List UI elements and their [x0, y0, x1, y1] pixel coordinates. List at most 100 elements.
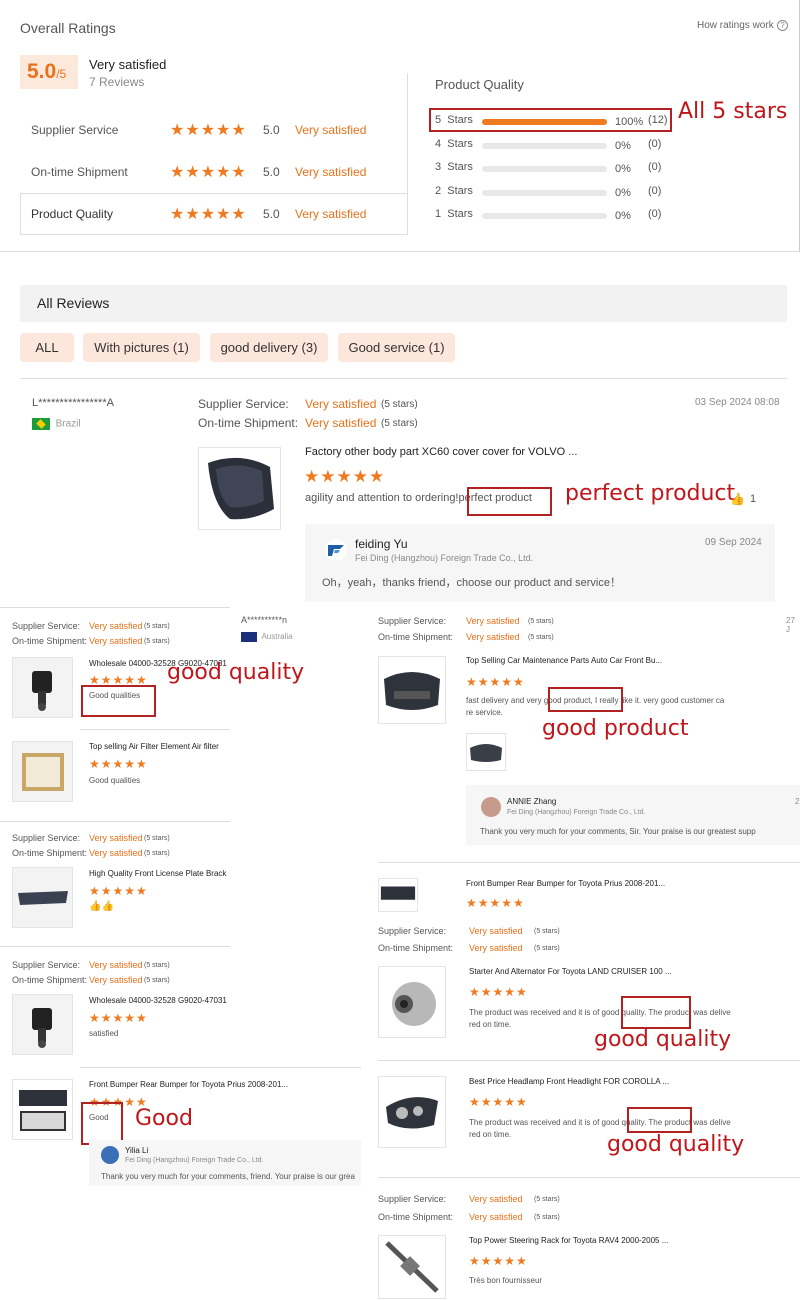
left-reply-name: Yilia Li: [125, 1146, 149, 1155]
review1-reply: [305, 524, 775, 602]
right-item1-title[interactable]: Top Selling Car Maintenance Parts Auto C…: [466, 656, 662, 665]
right-b-shipment-value: Very satisfied: [469, 943, 523, 953]
right-item3-stars: ★★★★★: [469, 985, 528, 999]
left-item2-image[interactable]: [12, 741, 73, 802]
pq-row-label: 2 Stars: [435, 184, 473, 197]
annotation-good: Good: [135, 1106, 193, 1131]
right-item1-photo[interactable]: [466, 733, 506, 771]
right-item4-title[interactable]: Best Price Headlamp Front Headlight FOR …: [469, 1077, 669, 1086]
right-b-supplier-value: Very satisfied: [469, 926, 523, 936]
left-item4-comment: satisfied: [89, 1029, 119, 1038]
right-c-shipment-value: Very satisfied: [469, 1212, 523, 1222]
left-c-supplier-stars: (5 stars): [144, 962, 170, 969]
right-reply-name: ANNIE Zhang: [507, 797, 557, 806]
like-icon[interactable]: 👍: [730, 492, 745, 506]
annotation-box-good-quality-1: [621, 996, 691, 1029]
right-sep3: [378, 1177, 800, 1178]
left-sep5: [80, 1067, 361, 1068]
right-item2-image[interactable]: [378, 878, 418, 912]
help-icon[interactable]: ?: [777, 20, 788, 31]
filter-good-delivery[interactable]: good delivery (3): [210, 333, 328, 362]
right-a-shipment-value: Very satisfied: [466, 632, 520, 642]
pq-row-count: (0): [648, 161, 662, 173]
left-b-shipment-value: Very satisfied: [89, 848, 143, 858]
left-c-shipment-label: On-time Shipment:: [12, 975, 88, 985]
left-item4-image[interactable]: [12, 994, 73, 1055]
ratings-divider: [407, 73, 408, 193]
review1-product-title[interactable]: Factory other body part XC60 cover cover…: [305, 446, 577, 458]
left-b-shipment-label: On-time Shipment:: [12, 848, 88, 858]
annotation-perfect: perfect product: [565, 481, 736, 506]
left-c-shipment-value: Very satisfied: [89, 975, 143, 985]
filter-all[interactable]: ALL: [20, 333, 74, 362]
right-reply-text: Thank you very much for your comments, S…: [480, 827, 756, 836]
how-ratings-link[interactable]: How ratings work: [697, 20, 774, 31]
review1-date: 03 Sep 2024 08:08: [695, 397, 780, 408]
annotation-box-perfect: [467, 487, 552, 516]
left-item3-image[interactable]: [12, 867, 73, 928]
left-item3-comment: 👍👍: [89, 901, 114, 912]
review1-reply-text: Oh，yeah，thanks friend，choose our product…: [322, 577, 621, 589]
right-item2-title[interactable]: Front Bumper Rear Bumper for Toyota Priu…: [466, 879, 665, 888]
filter-good-service[interactable]: Good service (1): [338, 333, 455, 362]
left-a-supplier-label: Supplier Service:: [12, 621, 81, 631]
right-c-shipment-stars: (5 stars): [534, 1214, 560, 1221]
review1-shipment-stars: (5 stars): [381, 418, 418, 429]
left-b-supplier-stars: (5 stars): [144, 835, 170, 842]
review1-country: Brazil: [32, 418, 81, 430]
review1-likes: 1: [750, 493, 757, 505]
right-item5-title[interactable]: Top Power Steering Rack for Toyota RAV4 …: [469, 1236, 668, 1245]
right-item1-image[interactable]: [378, 656, 446, 724]
left-user2: A**********n: [241, 615, 288, 625]
left-item4-title[interactable]: Wholesale 04000-32528 G9020-47031 Car El…: [89, 996, 229, 1005]
left-collage-sep1: [0, 607, 230, 608]
review1-shipment-label: On-time Shipment:: [198, 416, 299, 430]
pq-row-bar: [482, 189, 607, 196]
pq-row-bar: [482, 213, 607, 219]
right-b-shipment-stars: (5 stars): [534, 945, 560, 952]
seller-logo-icon: [325, 539, 347, 561]
right-item3-image[interactable]: [378, 966, 446, 1038]
left-a-shipment-label: On-time Shipment:: [12, 636, 88, 646]
right-a-shipment-stars: (5 stars): [528, 634, 554, 641]
reviews-count: 7 Reviews: [89, 75, 145, 89]
pq-title: Product Quality: [435, 77, 524, 92]
annotation-box-good-product: [548, 687, 623, 712]
left-item5-title[interactable]: Front Bumper Rear Bumper for Toyota Priu…: [89, 1080, 288, 1089]
pq-row-pct: 0%: [615, 139, 631, 152]
pq-row-pct: 0%: [615, 163, 631, 175]
right-item5-image[interactable]: [378, 1235, 446, 1299]
yilia-avatar: [101, 1146, 119, 1164]
annotation-box-good-quality-2: [627, 1107, 692, 1133]
right-reply-company: Fei Ding (Hangzhou) Foreign Trade Co., L…: [507, 809, 646, 816]
left-item1-image[interactable]: [12, 657, 73, 718]
review1-reply-date: 09 Sep 2024: [705, 537, 762, 548]
right-c-supplier-label: Supplier Service:: [378, 1194, 447, 1204]
left-a-supplier-stars: (5 stars): [144, 623, 170, 630]
score-summary: Very satisfied: [89, 57, 167, 72]
right-item4-image[interactable]: [378, 1076, 446, 1148]
pq-row-pct: 0%: [615, 186, 631, 199]
overall-title: Overall Ratings: [20, 20, 116, 36]
review1-reply-name: feiding Yu: [355, 537, 408, 551]
left-reply-company: Fei Ding (Hangzhou) Foreign Trade Co., L…: [125, 1157, 264, 1164]
right-item5-comment: Très bon fournisseur: [469, 1276, 543, 1285]
left-item4-stars: ★★★★★: [89, 1011, 148, 1025]
annotation-left-quality: good quality: [167, 660, 305, 685]
review1-supplier-stars: (5 stars): [381, 399, 418, 410]
filter-with-pictures[interactable]: With pictures (1): [83, 333, 200, 362]
pq-row-count: (0): [648, 208, 662, 220]
review1-product-image[interactable]: [198, 447, 281, 530]
left-item3-title[interactable]: High Quality Front License Plate Brack: [89, 869, 229, 878]
review1-stars: ★★★★★: [304, 467, 386, 486]
review1-supplier-label: Supplier Service:: [198, 397, 289, 411]
right-item3-title[interactable]: Starter And Alternator For Toyota LAND C…: [469, 967, 672, 976]
left-item2-title[interactable]: Top selling Air Filter Element Air filte…: [89, 742, 229, 751]
left-reply-text: Thank you very much for your comments, f…: [101, 1172, 355, 1181]
annotation-box-good: [81, 1102, 123, 1145]
right-c-supplier-stars: (5 stars): [534, 1196, 560, 1203]
annotation-box-5stars: [429, 108, 672, 132]
left-sep2: [80, 729, 230, 730]
left-item5-image[interactable]: [12, 1079, 73, 1140]
left-item3-stars: ★★★★★: [89, 884, 148, 898]
